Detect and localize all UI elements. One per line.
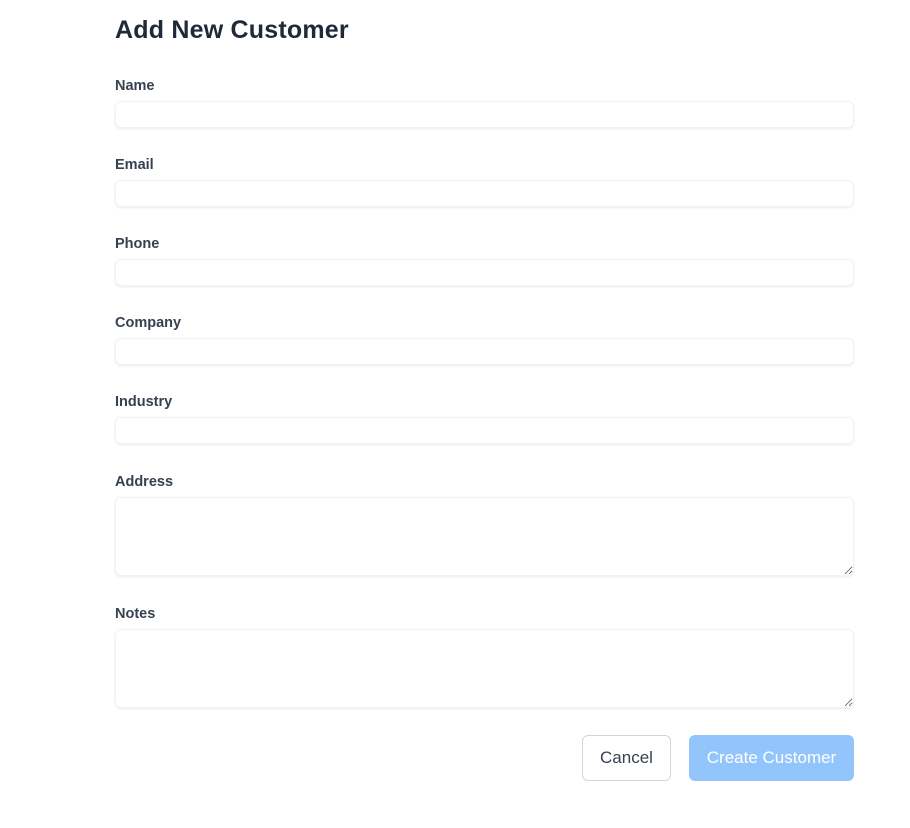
industry-input[interactable] bbox=[115, 417, 854, 444]
name-input[interactable] bbox=[115, 101, 854, 128]
name-label: Name bbox=[115, 78, 155, 94]
address-label: Address bbox=[115, 474, 174, 490]
page-title: Add New Customer bbox=[115, 16, 349, 44]
cancel-button[interactable]: Cancel bbox=[582, 735, 671, 781]
notes-label: Notes bbox=[115, 606, 156, 622]
company-input[interactable] bbox=[115, 338, 854, 365]
address-textarea[interactable] bbox=[115, 497, 854, 576]
email-label: Email bbox=[115, 157, 154, 173]
company-label: Company bbox=[115, 315, 182, 331]
email-input[interactable] bbox=[115, 180, 854, 207]
create-customer-button[interactable]: Create Customer bbox=[689, 735, 854, 781]
industry-label: Industry bbox=[115, 394, 173, 410]
notes-textarea[interactable] bbox=[115, 629, 854, 708]
phone-input[interactable] bbox=[115, 259, 854, 286]
phone-label: Phone bbox=[115, 236, 160, 252]
